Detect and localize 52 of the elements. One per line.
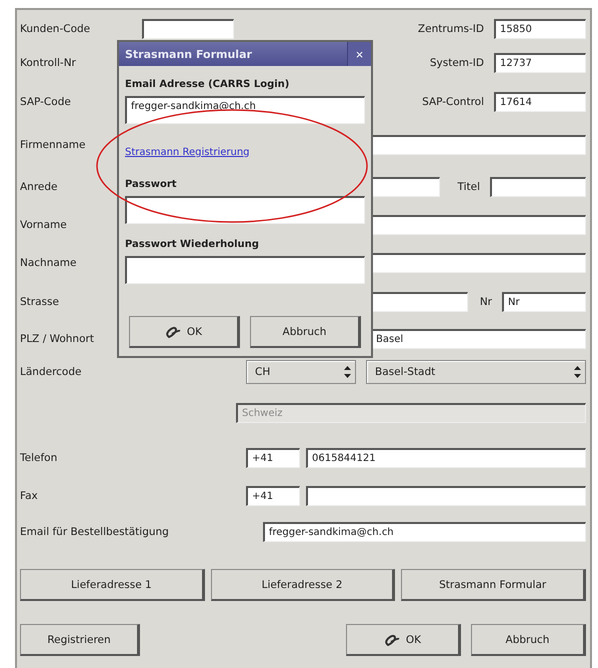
- input-field[interactable]: fregger-sandkima@ch.ch: [262, 522, 586, 542]
- dialog-title: Strasmann Formular: [125, 48, 252, 60]
- input-field[interactable]: 17614: [494, 92, 586, 112]
- field-label: Passwort Wiederholung: [125, 238, 259, 252]
- input-field[interactable]: Basel: [370, 329, 586, 349]
- field-label: Titel: [456, 181, 481, 193]
- field-label: PLZ / Wohnort: [20, 333, 95, 345]
- field-label: Email Adresse (CARRS Login): [125, 78, 290, 92]
- updown-arrows-icon: [344, 366, 351, 378]
- field-label: Fax: [20, 490, 39, 502]
- ok-icon: [384, 632, 402, 646]
- field-label: Nachname: [20, 257, 78, 269]
- cancel-button[interactable]: Abbruch: [250, 316, 361, 348]
- input-field[interactable]: [142, 19, 234, 39]
- field-label: Kontroll-Nr: [20, 57, 77, 69]
- region-select[interactable]: Basel-Stadt: [366, 360, 586, 384]
- field-label: Zentrums-ID: [416, 23, 485, 35]
- close-button[interactable]: ×: [347, 42, 371, 66]
- input-field[interactable]: Nr: [502, 292, 586, 312]
- address-button[interactable]: Strasmann Formular: [401, 569, 586, 601]
- input-field[interactable]: +41: [246, 486, 300, 506]
- input-field[interactable]: [306, 486, 586, 506]
- ok-icon: [164, 324, 183, 338]
- input-field[interactable]: 0615844121: [306, 448, 586, 468]
- input-field[interactable]: +41: [246, 448, 300, 468]
- field-label: Email für Bestellbestätigung: [20, 526, 169, 538]
- cancel-button[interactable]: Abbruch: [471, 624, 586, 656]
- country-select[interactable]: CH: [246, 360, 356, 384]
- ok-button[interactable]: OK: [129, 316, 240, 348]
- updown-arrows-icon: [574, 366, 581, 378]
- field-label: Strasse: [20, 296, 60, 308]
- input-field[interactable]: 15850: [494, 19, 586, 39]
- ok-button[interactable]: OK: [346, 624, 461, 656]
- field-label: SAP-Control: [421, 96, 485, 108]
- register-button[interactable]: Registrieren: [20, 624, 140, 656]
- field-label: System-ID: [428, 57, 485, 69]
- field-label: Ländercode: [20, 366, 82, 378]
- field-label: Kunden-Code: [20, 23, 92, 35]
- registration-link[interactable]: Strasmann Registrierung: [125, 132, 250, 172]
- field-label: Telefon: [20, 452, 58, 464]
- field-label: Passwort: [125, 178, 177, 192]
- password-repeat-field[interactable]: [125, 256, 365, 284]
- password-field[interactable]: [125, 196, 365, 224]
- address-button[interactable]: Lieferadresse 2: [210, 569, 396, 601]
- address-button[interactable]: Lieferadresse 1: [20, 569, 205, 601]
- input-field[interactable]: 12737: [494, 53, 586, 73]
- field-label: Vorname: [20, 219, 68, 231]
- input-field[interactable]: [490, 177, 586, 197]
- input-field: Schweiz: [236, 403, 586, 423]
- field-label: Firmenname: [20, 139, 86, 151]
- field-label: Nr: [478, 296, 493, 308]
- email-field[interactable]: fregger-sandkima@ch.ch: [125, 96, 365, 124]
